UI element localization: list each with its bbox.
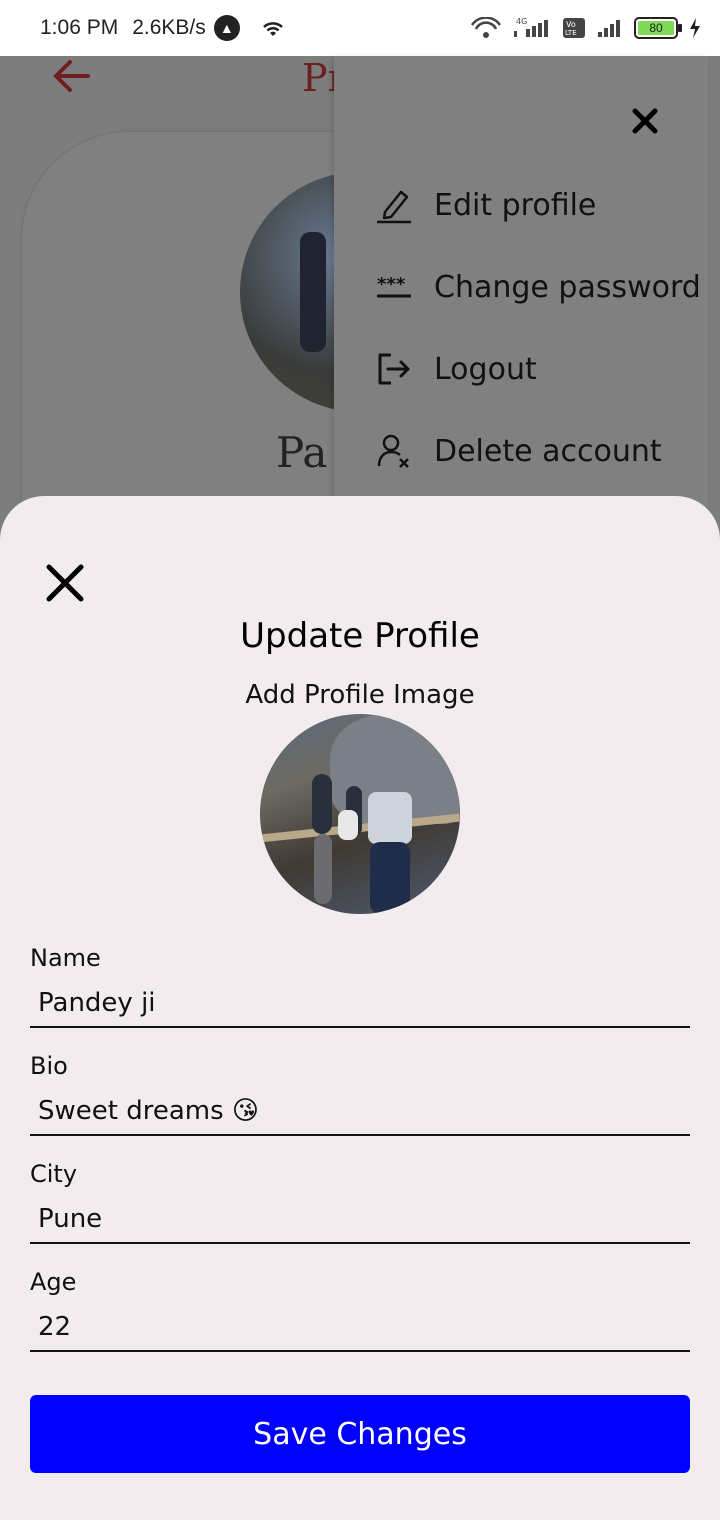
network-speed: 2.6KB/s (132, 16, 206, 39)
pencil-icon (374, 185, 414, 225)
field-label: Name (30, 944, 101, 972)
name-field: Name Pandey ji (30, 944, 690, 1028)
volte-icon: Vo LTE (562, 17, 586, 39)
update-profile-sheet: Update Profile Add Profile Image Name Pa… (0, 496, 720, 1520)
city-field: City Pune (30, 1160, 690, 1244)
svg-text:***: *** (377, 274, 406, 295)
field-label: City (30, 1160, 78, 1188)
back-arrow-icon[interactable] (52, 56, 92, 102)
save-changes-button[interactable]: Save Changes (30, 1395, 690, 1473)
profile-image-picker[interactable] (260, 714, 460, 914)
logout-icon (374, 349, 414, 389)
profile-name: Pa (276, 428, 328, 477)
add-profile-image-label[interactable]: Add Profile Image (0, 680, 720, 710)
app-notification-icon: ▲ (213, 15, 240, 41)
charging-icon (688, 17, 702, 39)
password-icon: *** (374, 267, 414, 307)
field-label: Age (30, 1268, 77, 1296)
menu-item-logout[interactable]: Logout (374, 344, 537, 394)
menu-item-delete-account[interactable]: Delete account (374, 426, 662, 476)
wifi-icon (260, 18, 286, 38)
name-input[interactable]: Pandey ji (30, 978, 690, 1028)
menu-item-label: Logout (434, 351, 537, 387)
signal-4g-icon: 4G (512, 17, 552, 39)
status-time: 1:06 PM (40, 16, 119, 39)
battery-icon: 80 (634, 17, 682, 39)
menu-item-change-password[interactable]: *** Change password (374, 262, 701, 312)
sheet-title: Update Profile (240, 616, 480, 656)
delete-user-icon (374, 431, 414, 471)
menu-item-edit-profile[interactable]: Edit profile (374, 180, 596, 230)
profile-options-menu: Edit profile *** Change password Logout … (334, 56, 708, 506)
city-input[interactable]: Pune (30, 1194, 690, 1244)
close-icon[interactable] (630, 106, 660, 136)
svg-text:4G: 4G (516, 17, 527, 26)
menu-item-label: Edit profile (434, 187, 597, 223)
svg-text:LTE: LTE (565, 29, 577, 37)
svg-text:Vo: Vo (566, 20, 576, 29)
status-bar: 1:06 PM 2.6KB/s ▲ 4G Vo LTE 80 (0, 0, 720, 56)
close-icon[interactable] (44, 562, 86, 604)
age-input[interactable]: 22 (30, 1302, 690, 1352)
age-field: Age 22 (30, 1268, 690, 1352)
signal-icon (596, 17, 624, 39)
menu-item-label: Change password (434, 269, 701, 305)
battery-level: 80 (638, 21, 674, 35)
field-label: Bio (30, 1052, 68, 1080)
menu-item-label: Delete account (434, 433, 662, 469)
wifi-call-icon (470, 17, 502, 39)
bio-field: Bio Sweet dreams 😘 (30, 1052, 690, 1136)
bio-input[interactable]: Sweet dreams 😘 (30, 1086, 690, 1136)
